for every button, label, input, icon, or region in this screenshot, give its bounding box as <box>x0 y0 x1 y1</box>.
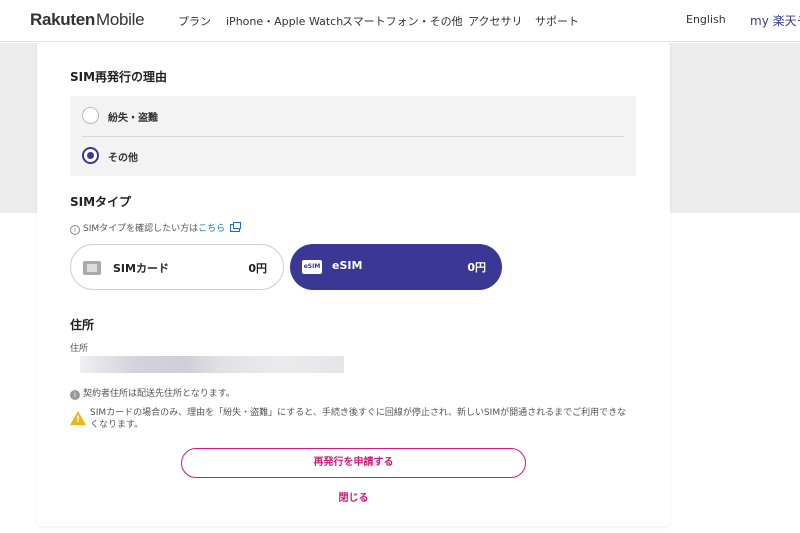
esim-icon: eSIM <box>302 260 322 274</box>
reason-option-label: 紛失・盗難 <box>108 113 158 124</box>
sim-type-title: SIMタイプ <box>70 195 132 209</box>
reason-option-other[interactable]: その他 <box>70 136 636 176</box>
nav-item-iphone[interactable]: iPhone・Apple Watch <box>226 13 343 29</box>
rakuten-mobile-logo[interactable]: RakutenMobile <box>30 10 145 30</box>
reason-title: SIM再発行の理由 <box>70 70 168 84</box>
warning-icon: ! <box>70 411 86 425</box>
nav-item-plan[interactable]: プラン <box>178 13 211 29</box>
sim-option-physical[interactable]: SIMカード 0円 <box>70 244 284 290</box>
radio-checked-icon[interactable] <box>82 147 99 164</box>
warning-text: SIMカードの場合のみ、理由を「紛失・盗難」にすると、手続き後すぐに回線が停止さ… <box>90 408 627 430</box>
external-link-icon[interactable] <box>230 222 242 232</box>
nav-item-smartphone[interactable]: スマートフォン・その他 <box>342 13 463 29</box>
sim-option-price: 0円 <box>248 262 267 275</box>
site-header: RakutenMobile プラン iPhone・Apple Watch スマー… <box>0 0 800 42</box>
close-link[interactable]: 閉じる <box>37 489 670 504</box>
nav-item-accessory[interactable]: アクセサリ <box>468 13 522 29</box>
address-title: 住所 <box>70 318 95 332</box>
nav-item-support[interactable]: サポート <box>535 13 579 29</box>
sim-option-price: 0円 <box>467 261 486 274</box>
reason-option-label: その他 <box>108 153 138 164</box>
radio-unchecked-icon[interactable] <box>82 107 99 124</box>
address-note: i 契約者住所は配送先住所となります。 <box>70 386 235 400</box>
info-icon: i <box>70 390 80 400</box>
reason-option-lost[interactable]: 紛失・盗難 <box>70 96 636 136</box>
reason-radio-group: 紛失・盗難 その他 <box>70 96 636 176</box>
address-field-label: 住所 <box>70 344 89 354</box>
sim-option-label: eSIM <box>332 259 363 272</box>
info-icon: i <box>70 225 80 235</box>
reissue-form-card: SIM再発行の理由 紛失・盗難 その他 SIMタイプ i SIMタイプを確認したい… <box>37 43 670 526</box>
address-value-redacted <box>80 356 344 373</box>
language-link[interactable]: English <box>686 13 726 26</box>
sim-option-esim[interactable]: eSIM eSIM 0円 <box>290 244 502 290</box>
my-rakuten-link[interactable]: my 楽天モ <box>750 12 800 29</box>
sim-card-icon <box>83 261 101 275</box>
sim-type-info: i SIMタイプを確認したい方はこちら <box>70 221 242 235</box>
sim-option-label: SIMカード <box>113 262 169 275</box>
submit-reissue-button[interactable]: 再発行を申請する <box>181 448 526 478</box>
sim-type-help-link[interactable]: こちら <box>198 224 225 234</box>
